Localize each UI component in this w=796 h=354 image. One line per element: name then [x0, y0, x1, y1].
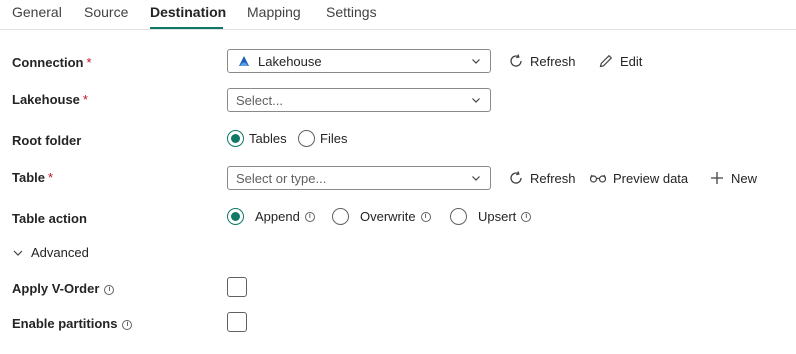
- radio-indicator: [332, 208, 349, 225]
- connection-refresh-button[interactable]: Refresh: [508, 53, 576, 69]
- radio-indicator: [227, 130, 244, 147]
- connection-value: Lakehouse: [258, 54, 322, 69]
- table-refresh-button[interactable]: Refresh: [508, 170, 576, 186]
- radio-tables-label: Tables: [249, 131, 287, 146]
- required-marker: *: [48, 170, 54, 185]
- info-icon[interactable]: i: [521, 211, 532, 222]
- chevron-down-icon: [472, 59, 480, 64]
- radio-files-label: Files: [320, 131, 348, 146]
- new-table-label: New: [731, 170, 758, 186]
- table-placeholder: Select or type...: [236, 171, 327, 186]
- plus-icon: [711, 172, 723, 184]
- radio-append-label: Append: [255, 209, 300, 224]
- tab-bar: General Source Destination Mapping Setti…: [0, 0, 796, 30]
- apply-v-order-checkbox[interactable]: [227, 277, 247, 297]
- connection-label: Connection *: [12, 55, 92, 70]
- radio-upsert-label: Upsert: [478, 209, 517, 224]
- info-icon[interactable]: i: [104, 285, 115, 295]
- radio-files[interactable]: Files: [298, 130, 347, 147]
- tab-mapping[interactable]: Mapping: [247, 4, 301, 20]
- connection-dropdown[interactable]: Lakehouse: [227, 49, 491, 73]
- connection-edit-label: Edit: [620, 53, 643, 69]
- chevron-down-icon: [472, 176, 480, 181]
- table-action-label: Table action: [12, 211, 87, 226]
- required-marker: *: [82, 92, 88, 107]
- required-marker: *: [86, 55, 92, 70]
- radio-append[interactable]: Append i: [227, 208, 315, 225]
- radio-upsert[interactable]: Upsert i: [450, 208, 532, 225]
- preview-data-label: Preview data: [613, 170, 689, 186]
- table-refresh-label: Refresh: [530, 170, 576, 186]
- chevron-down-icon: [13, 250, 23, 256]
- radio-overwrite[interactable]: Overwrite i: [332, 208, 431, 225]
- enable-partitions-checkbox[interactable]: [227, 312, 247, 332]
- tab-destination[interactable]: Destination: [150, 4, 226, 20]
- tab-source[interactable]: Source: [84, 4, 128, 20]
- connection-refresh-label: Refresh: [530, 53, 576, 69]
- new-table-button[interactable]: New: [709, 170, 757, 186]
- glasses-icon: [589, 174, 607, 183]
- radio-indicator: [450, 208, 467, 225]
- radio-indicator: [298, 130, 315, 147]
- info-icon[interactable]: i: [304, 211, 315, 222]
- pencil-icon: [599, 54, 613, 68]
- refresh-icon: [510, 171, 522, 184]
- table-combobox[interactable]: Select or type...: [227, 166, 491, 190]
- active-tab-indicator: [150, 27, 223, 29]
- preview-data-button[interactable]: Preview data: [589, 170, 688, 186]
- tab-general[interactable]: General: [12, 4, 62, 20]
- lakehouse-label: Lakehouse *: [12, 92, 88, 107]
- advanced-label: Advanced: [31, 245, 89, 260]
- root-folder-label: Root folder: [12, 133, 82, 148]
- apply-v-order-label: Apply V-Order i: [12, 281, 115, 296]
- chevron-down-icon: [472, 98, 480, 103]
- radio-indicator: [227, 208, 244, 225]
- connection-edit-button[interactable]: Edit: [598, 53, 642, 69]
- refresh-icon: [510, 54, 522, 67]
- info-icon[interactable]: i: [122, 320, 133, 330]
- lakehouse-placeholder: Select...: [236, 93, 283, 108]
- table-label: Table *: [12, 170, 54, 185]
- tab-settings[interactable]: Settings: [326, 4, 377, 20]
- radio-tables[interactable]: Tables: [227, 130, 287, 147]
- lakehouse-icon: [239, 56, 249, 66]
- enable-partitions-label: Enable partitions i: [12, 316, 133, 331]
- advanced-toggle[interactable]: Advanced: [12, 245, 89, 260]
- info-icon[interactable]: i: [420, 211, 431, 222]
- lakehouse-dropdown[interactable]: Select...: [227, 88, 491, 112]
- radio-overwrite-label: Overwrite: [360, 209, 416, 224]
